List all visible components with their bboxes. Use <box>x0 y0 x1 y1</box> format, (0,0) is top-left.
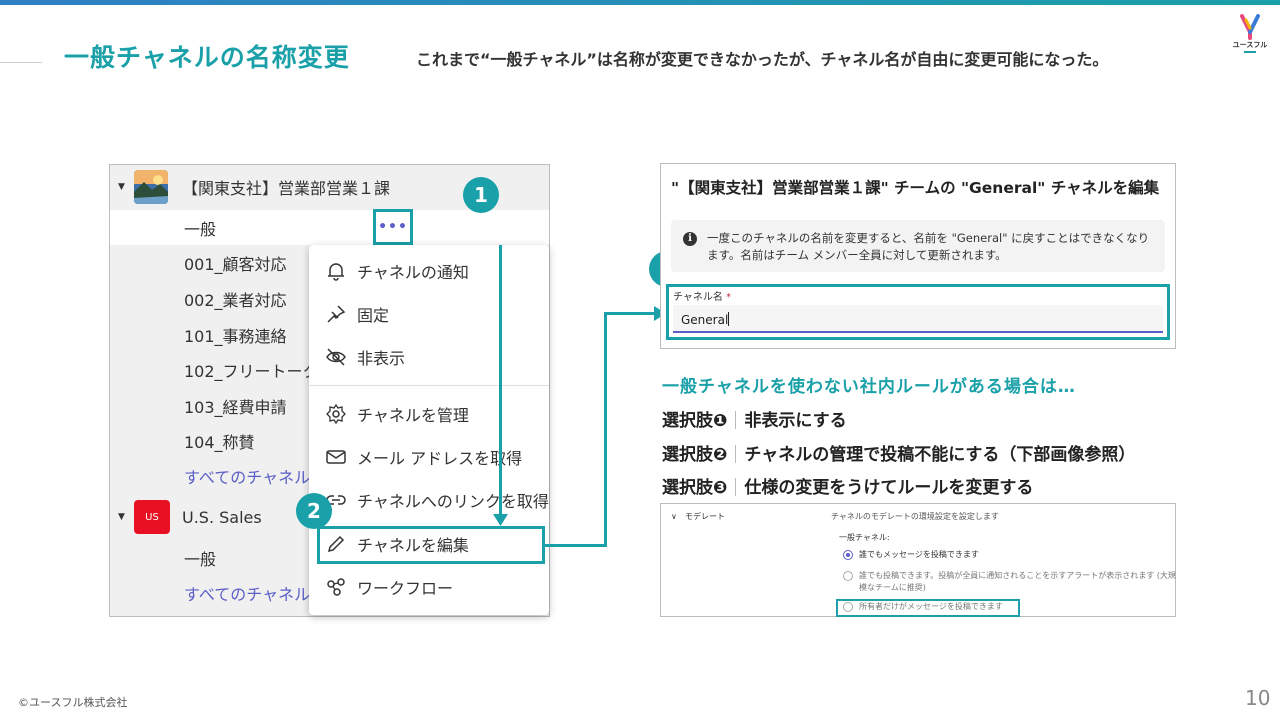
logo-underline <box>1244 51 1256 53</box>
team-name-kanto[interactable]: 【関東支社】営業部営業１課 <box>182 175 390 199</box>
radio-anyone-can-post[interactable] <box>843 550 853 560</box>
more-options-button[interactable]: ••• <box>373 209 413 245</box>
collapse-caret-icon[interactable]: ▼ <box>118 512 125 522</box>
required-mark: * <box>726 292 732 303</box>
option-text: チャネルの管理で投稿不能にする（下部画像参照） <box>744 445 1136 465</box>
title-rule <box>0 62 42 63</box>
team-avatar-us: US <box>134 500 170 534</box>
company-logo: ユースフル <box>1228 14 1272 60</box>
slide-subtitle: これまで“一般チャネル”は名称が変更できなかったが、チャネル名が自由に変更可能に… <box>416 50 1109 69</box>
text-cursor <box>728 312 730 326</box>
menu-item-label: 固定 <box>357 306 390 325</box>
channel-name-field-highlight: チャネル名 * General <box>666 284 1170 340</box>
menu-item-label: チャネルの通知 <box>357 263 469 282</box>
option-separator <box>735 411 737 429</box>
copyright-footer: ©ユースフル株式会社 <box>18 696 128 709</box>
dialog-info-text: 一度このチャネルの名前を変更すると、名前を "General" に戻すことはでき… <box>707 231 1150 262</box>
slide: 一般チャネルの名称変更 これまで“一般チャネル”は名称が変更できなかったが、チャ… <box>0 0 1280 720</box>
team-name-us-sales[interactable]: U.S. Sales <box>182 508 262 527</box>
slide-title: 一般チャネルの名称変更 <box>64 43 350 72</box>
menu-item-label: メール アドレスを取得 <box>357 449 523 468</box>
menu-item-label: チャネルへのリンクを取得 <box>357 492 549 511</box>
option-label: 選択肢❷ <box>662 445 728 465</box>
menu-item-pin[interactable]: 固定 <box>309 294 549 334</box>
chevron-down-icon[interactable]: ∨ <box>671 512 677 521</box>
eye-off-icon <box>326 348 346 366</box>
menu-item-label: ワークフロー <box>357 579 454 598</box>
option-label: 選択肢❸ <box>662 478 728 498</box>
rules-heading: 一般チャネルを使わない社内ルールがある場合は… <box>662 377 1076 397</box>
arrow-down-icon <box>493 514 508 526</box>
rule-option-3: 選択肢❸ 仕様の変更をうけてルールを変更する <box>662 473 1033 498</box>
option-text: 非表示にする <box>744 411 847 431</box>
edit-channel-highlight <box>317 526 545 564</box>
menu-item-link[interactable]: チャネルへのリンクを取得 <box>309 480 549 520</box>
general-channel-label: 一般チャネル: <box>839 533 890 542</box>
mail-icon <box>326 450 346 464</box>
menu-item-label: 非表示 <box>357 349 406 368</box>
option-label: 選択肢❶ <box>662 411 728 431</box>
connector-line <box>604 312 656 315</box>
option-separator <box>735 478 737 496</box>
connector-line <box>604 312 607 547</box>
menu-divider <box>309 385 549 386</box>
menu-item-manage[interactable]: チャネルを管理 <box>309 394 549 434</box>
menu-item-email[interactable]: メール アドレスを取得 <box>309 437 549 477</box>
step-badge-1: 1 <box>463 177 499 213</box>
collapse-caret-icon[interactable]: ▼ <box>118 182 125 192</box>
radio-anyone-with-alert[interactable] <box>843 571 853 581</box>
workflow-icon <box>327 578 345 596</box>
channel-name-input[interactable]: General <box>673 305 1163 333</box>
channel-name-label: チャネル名 * <box>673 288 731 303</box>
landscape-photo-icon <box>134 170 168 204</box>
dialog-title: "【関東支社】営業部営業１課" チームの "General" チャネルを編集 <box>671 179 1160 197</box>
channel-label[interactable]: 001_顧客対応 <box>184 251 287 275</box>
step-badge-2: 2 <box>296 493 332 529</box>
channel-label[interactable]: 一般 <box>184 216 216 240</box>
channel-label[interactable]: 104_称賛 <box>184 429 255 453</box>
info-icon: i <box>683 232 697 246</box>
menu-item-workflow[interactable]: ワークフロー <box>309 567 549 607</box>
menu-item-label: チャネルを管理 <box>357 406 469 425</box>
top-accent-bar <box>0 0 1280 5</box>
connector-line <box>499 245 502 518</box>
menu-item-hide[interactable]: 非表示 <box>309 337 549 377</box>
dialog-info-banner: i 一度このチャネルの名前を変更すると、名前を "General" に戻すことは… <box>671 220 1165 272</box>
gear-icon <box>326 403 346 425</box>
moderation-option[interactable]: 誰でも投稿できます。投稿が全員に通知されることを示すアラートが表示されます (大… <box>859 570 1179 594</box>
all-channels-link[interactable]: すべてのチャネルを <box>184 464 326 488</box>
option-text: 仕様の変更をうけてルールを変更する <box>744 478 1034 498</box>
bell-icon <box>328 263 344 281</box>
page-number: 10 <box>1245 686 1271 710</box>
moderation-option[interactable]: 誰でもメッセージを投稿できます <box>859 549 1179 561</box>
pin-icon <box>327 305 346 323</box>
menu-item-notifications[interactable]: チャネルの通知 <box>309 251 549 291</box>
logo-mark-icon <box>1240 14 1260 40</box>
owners-only-highlight <box>836 599 1020 617</box>
field-label-text: チャネル名 <box>673 292 723 303</box>
connector-line <box>545 544 607 547</box>
option-separator <box>735 445 737 463</box>
logo-text: ユースフル <box>1232 41 1268 49</box>
moderation-description: チャネルのモデレートの環境設定を設定します <box>831 512 999 521</box>
channel-label[interactable]: 一般 <box>184 546 216 570</box>
channel-row-general-selected[interactable]: 一般 <box>110 210 549 245</box>
rule-option-1: 選択肢❶ 非表示にする <box>662 406 847 431</box>
channel-label[interactable]: 103_経費申請 <box>184 394 287 418</box>
channel-label[interactable]: 002_業者対応 <box>184 287 287 311</box>
channel-name-value[interactable]: General <box>681 313 728 327</box>
all-channels-link[interactable]: すべてのチャネルを <box>184 581 326 605</box>
channel-label[interactable]: 102_フリートーク <box>184 358 319 382</box>
channel-label[interactable]: 101_事務連絡 <box>184 323 287 347</box>
moderation-label: モデレート <box>685 512 725 521</box>
team-avatar-kanto <box>134 170 168 204</box>
rule-option-2: 選択肢❷ チャネルの管理で投稿不能にする（下部画像参照） <box>662 440 1135 465</box>
